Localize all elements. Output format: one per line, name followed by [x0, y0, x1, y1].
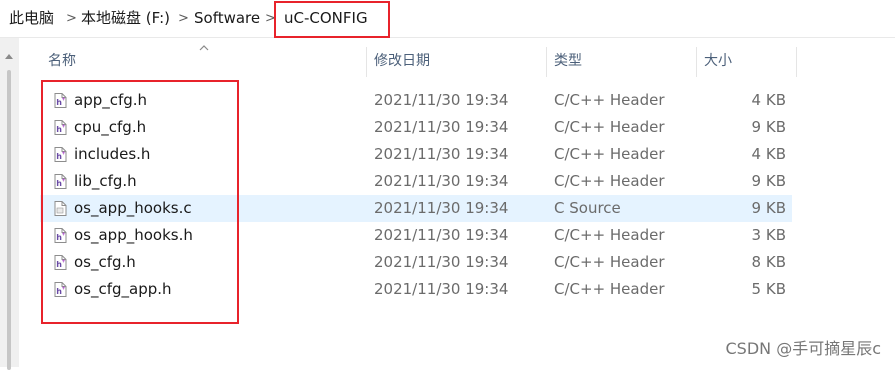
column-divider[interactable] — [546, 47, 547, 77]
breadcrumb-separator[interactable]: > — [178, 0, 189, 37]
annotation-highlight-folder — [274, 1, 390, 38]
file-type: C/C++ Header — [554, 172, 665, 190]
file-type: C/C++ Header — [554, 145, 665, 163]
vertical-scrollbar[interactable] — [0, 38, 19, 370]
file-size: 4 KB — [751, 91, 786, 109]
scroll-up-arrow-icon[interactable] — [5, 54, 13, 59]
watermark-text: CSDN @手可摘星辰c — [725, 339, 881, 358]
file-size: 9 KB — [751, 172, 786, 190]
address-bar[interactable]: 此电脑 > 本地磁盘 (F:) > Software > uC-CONFIG — [0, 0, 895, 38]
column-header-type[interactable]: 类型 — [554, 45, 582, 77]
file-type: C Source — [554, 199, 621, 217]
column-divider[interactable] — [796, 47, 797, 77]
file-type: C/C++ Header — [554, 226, 665, 244]
scrollbar-thumb[interactable] — [7, 70, 11, 370]
file-size: 3 KB — [751, 226, 786, 244]
file-modified-date: 2021/11/30 19:34 — [374, 172, 509, 190]
file-type: C/C++ Header — [554, 91, 665, 109]
file-type: C/C++ Header — [554, 280, 665, 298]
file-modified-date: 2021/11/30 19:34 — [374, 280, 509, 298]
column-divider[interactable] — [696, 47, 697, 77]
file-size: 5 KB — [751, 280, 786, 298]
column-header-name[interactable]: 名称 — [48, 45, 76, 77]
file-modified-date: 2021/11/30 19:34 — [374, 253, 509, 271]
breadcrumb-separator[interactable]: > — [66, 0, 77, 37]
file-modified-date: 2021/11/30 19:34 — [374, 226, 509, 244]
column-header-bar: 名称 修改日期 类型 大小 — [28, 45, 798, 77]
file-modified-date: 2021/11/30 19:34 — [374, 145, 509, 163]
breadcrumb-local-disk[interactable]: 本地磁盘 (F:) — [81, 0, 170, 37]
breadcrumb-software[interactable]: Software — [194, 0, 260, 37]
file-type: C/C++ Header — [554, 253, 665, 271]
breadcrumb-this-pc[interactable]: 此电脑 — [9, 0, 54, 37]
file-size: 9 KB — [751, 199, 786, 217]
file-size: 4 KB — [751, 145, 786, 163]
file-size: 8 KB — [751, 253, 786, 271]
file-modified-date: 2021/11/30 19:34 — [374, 91, 509, 109]
column-divider[interactable] — [366, 47, 367, 77]
annotation-highlight-file-names — [41, 80, 239, 324]
file-modified-date: 2021/11/30 19:34 — [374, 118, 509, 136]
column-header-date[interactable]: 修改日期 — [374, 45, 430, 77]
file-modified-date: 2021/11/30 19:34 — [374, 199, 509, 217]
column-header-size[interactable]: 大小 — [704, 45, 732, 77]
file-size: 9 KB — [751, 118, 786, 136]
file-type: C/C++ Header — [554, 118, 665, 136]
